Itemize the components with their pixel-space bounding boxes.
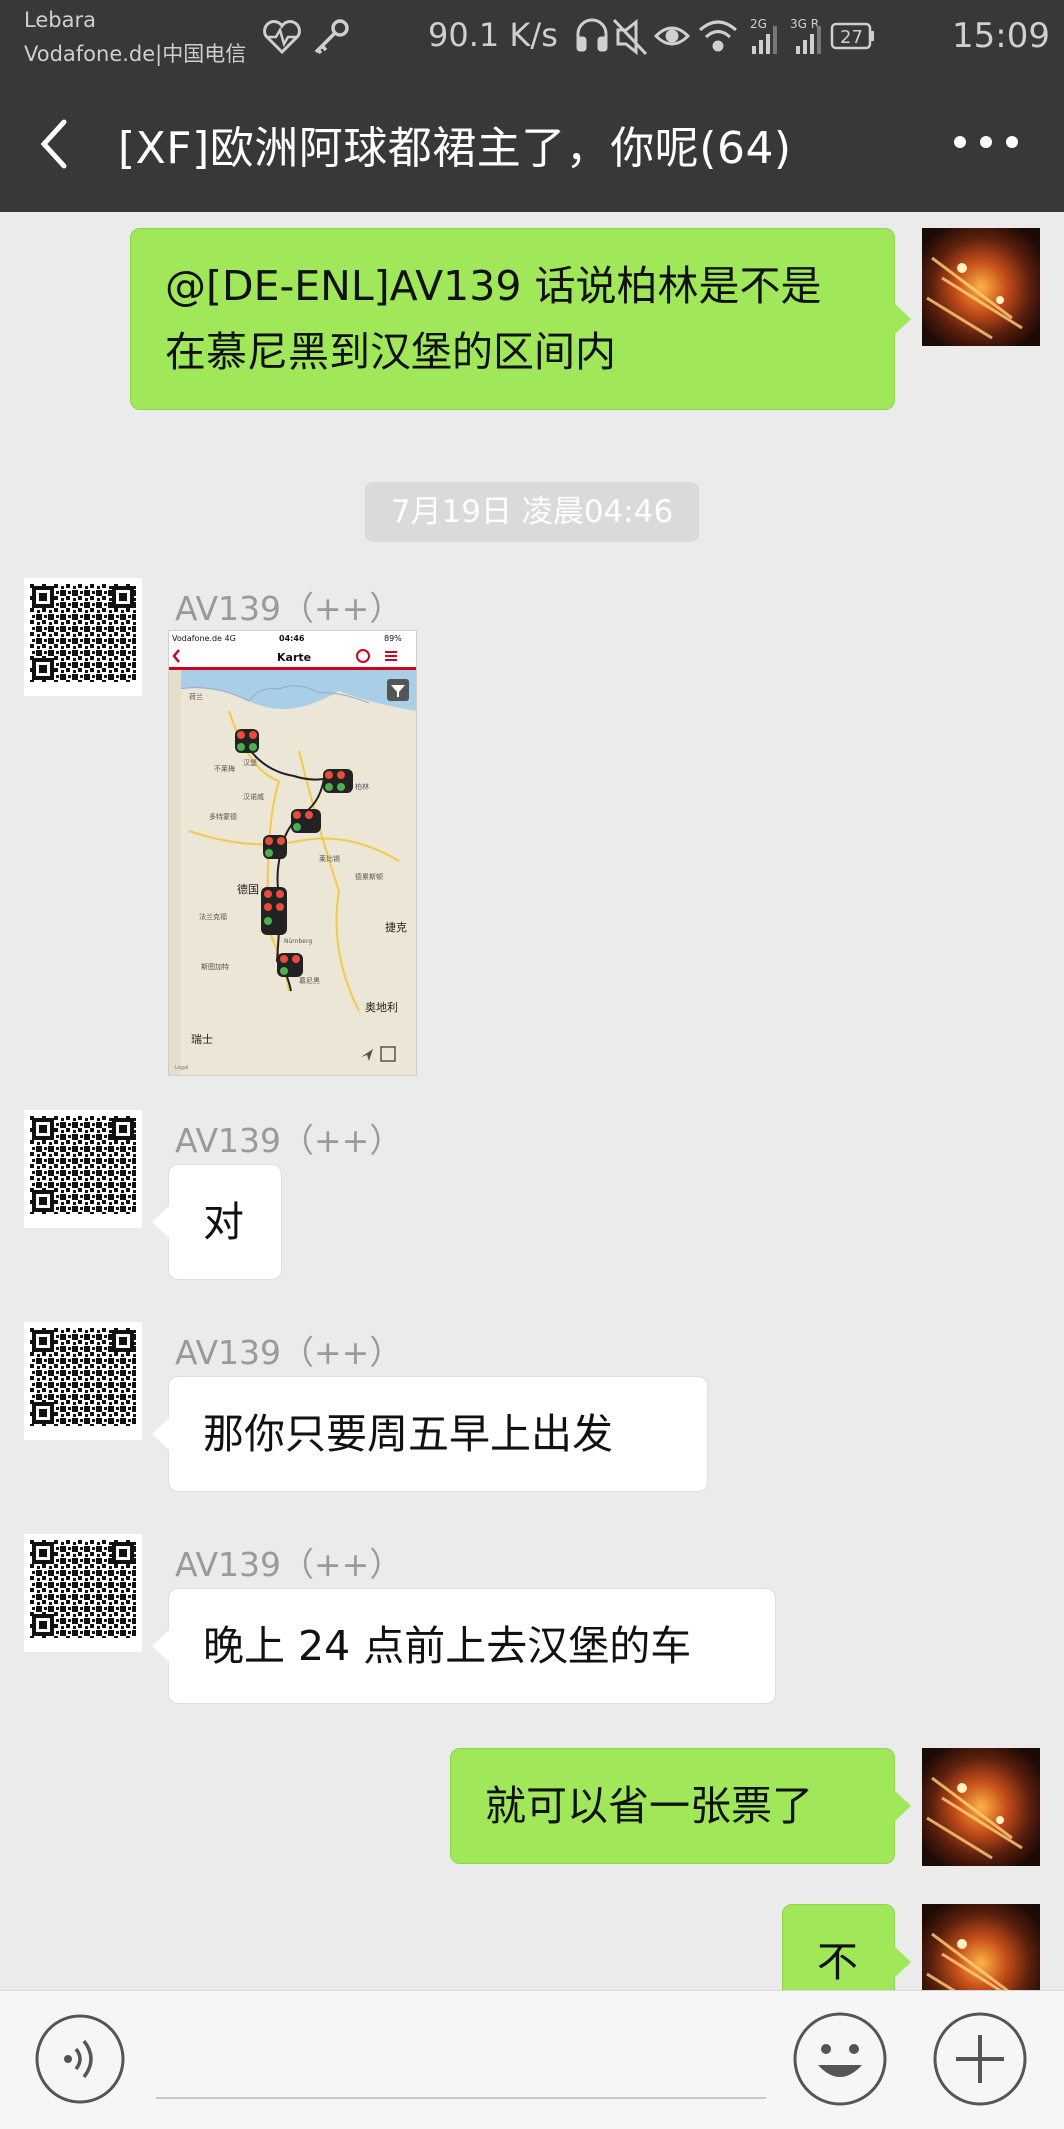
back-icon[interactable] xyxy=(28,114,88,174)
voice-input-icon[interactable] xyxy=(34,2013,126,2105)
sender-name: AV139（++） xyxy=(175,1333,403,1372)
svg-text:瑞士: 瑞士 xyxy=(191,1032,213,1046)
avatar[interactable] xyxy=(922,228,1040,346)
svg-text:89%: 89% xyxy=(384,634,402,643)
status-bar: Lebara Vodafone.de|中国电信 90.1 K/s 2G 3G R… xyxy=(0,0,1064,72)
svg-text:2G: 2G xyxy=(750,17,767,31)
svg-text:荷兰: 荷兰 xyxy=(189,692,203,701)
plus-icon[interactable] xyxy=(932,2011,1028,2107)
svg-text:Karte: Karte xyxy=(277,651,311,664)
message-text: 晚上 24 点前上去汉堡的车 xyxy=(203,1622,692,1670)
map-screenshot-image[interactable]: Vodafone.de 4G 04:46 89% Karte 荷兰 不莱梅 汉堡… xyxy=(168,630,417,1076)
message-text: @[DE-ENL]AV139 话说柏林是不是 xyxy=(165,262,822,310)
svg-text:27: 27 xyxy=(840,27,863,48)
message-text: 不 xyxy=(817,1938,858,1986)
message-bubble-incoming[interactable]: 晚上 24 点前上去汉堡的车 xyxy=(152,1588,776,1704)
svg-text:德国: 德国 xyxy=(237,882,259,896)
svg-text:奥地利: 奥地利 xyxy=(365,1000,398,1014)
sender-name: AV139（++） xyxy=(175,1121,403,1160)
svg-text:04:46: 04:46 xyxy=(279,634,305,643)
svg-text:捷克: 捷克 xyxy=(385,920,407,934)
avatar[interactable] xyxy=(922,1748,1040,1866)
chat-title[interactable]: [XF]欧洲阿球都裙主了，你呢(64) xyxy=(118,112,792,176)
avatar[interactable] xyxy=(24,1110,142,1228)
svg-text:多特蒙德: 多特蒙德 xyxy=(209,812,237,821)
message-text: 对 xyxy=(203,1198,244,1246)
message-bubble-incoming[interactable]: 那你只要周五早上出发 xyxy=(152,1376,708,1492)
svg-text:Nürnberg: Nürnberg xyxy=(284,938,312,945)
svg-text:德累斯顿: 德累斯顿 xyxy=(355,872,383,881)
network-speed: 90.1 K/s xyxy=(428,16,558,54)
signal-icon-3g: 3G R xyxy=(790,17,821,54)
sender-name: AV139（++） xyxy=(175,1545,403,1584)
message-text: 那你只要周五早上出发 xyxy=(203,1410,613,1458)
clock: 15:09 xyxy=(952,16,1050,56)
more-options-icon[interactable] xyxy=(946,118,1026,166)
svg-text:莱比锡: 莱比锡 xyxy=(319,854,340,863)
svg-text:汉堡: 汉堡 xyxy=(243,758,257,767)
carrier-name: Lebara xyxy=(24,8,96,32)
wifi-icon xyxy=(699,20,737,52)
svg-text:柏林: 柏林 xyxy=(355,782,369,791)
map-screenshot: Vodafone.de 4G 04:46 89% Karte 荷兰 不莱梅 汉堡… xyxy=(169,631,416,1075)
chat-header: [XF]欧洲阿球都裙主了，你呢(64) xyxy=(0,72,1064,212)
svg-text:慕尼黑: 慕尼黑 xyxy=(299,976,320,985)
message-text: 在慕尼黑到汉堡的区间内 xyxy=(165,328,616,376)
svg-text:Vodafone.de 4G: Vodafone.de 4G xyxy=(172,634,236,643)
health-and-key-icons xyxy=(263,19,349,55)
emoji-icon[interactable] xyxy=(792,2011,888,2107)
input-bar xyxy=(0,1990,1064,2129)
message-bubble-outgoing[interactable]: @[DE-ENL]AV139 话说柏林是不是 在慕尼黑到汉堡的区间内 xyxy=(130,228,911,410)
headphones-icon xyxy=(576,18,608,52)
message-bubble-incoming[interactable]: 对 xyxy=(152,1164,282,1280)
svg-text:斯图加特: 斯图加特 xyxy=(201,962,229,971)
svg-text:Legal: Legal xyxy=(175,1065,188,1071)
message-input[interactable] xyxy=(156,2011,766,2099)
timestamp-divider: 7月19日 凌晨04:46 xyxy=(365,482,699,542)
eye-icon xyxy=(653,26,691,46)
message-text: 就可以省一张票了 xyxy=(485,1782,813,1830)
svg-text:汉诺威: 汉诺威 xyxy=(243,792,264,801)
signal-icon-2g: 2G xyxy=(750,17,777,54)
carrier-name-secondary: Vodafone.de|中国电信 xyxy=(24,42,247,66)
svg-text:不莱梅: 不莱梅 xyxy=(214,764,235,773)
message-bubble-outgoing[interactable]: 就可以省一张票了 xyxy=(450,1748,911,1864)
mute-icon xyxy=(612,18,648,56)
status-icons: 2G 3G R 27 xyxy=(576,17,874,56)
avatar[interactable] xyxy=(24,1534,142,1652)
sender-name: AV139（++） xyxy=(175,589,403,628)
avatar[interactable] xyxy=(24,578,142,696)
battery-icon: 27 xyxy=(830,22,874,50)
svg-text:3G R: 3G R xyxy=(790,17,819,31)
heartbeat-icon xyxy=(263,20,301,55)
svg-text:法兰克福: 法兰克福 xyxy=(199,912,227,921)
key-icon xyxy=(314,19,349,55)
avatar[interactable] xyxy=(24,1322,142,1440)
